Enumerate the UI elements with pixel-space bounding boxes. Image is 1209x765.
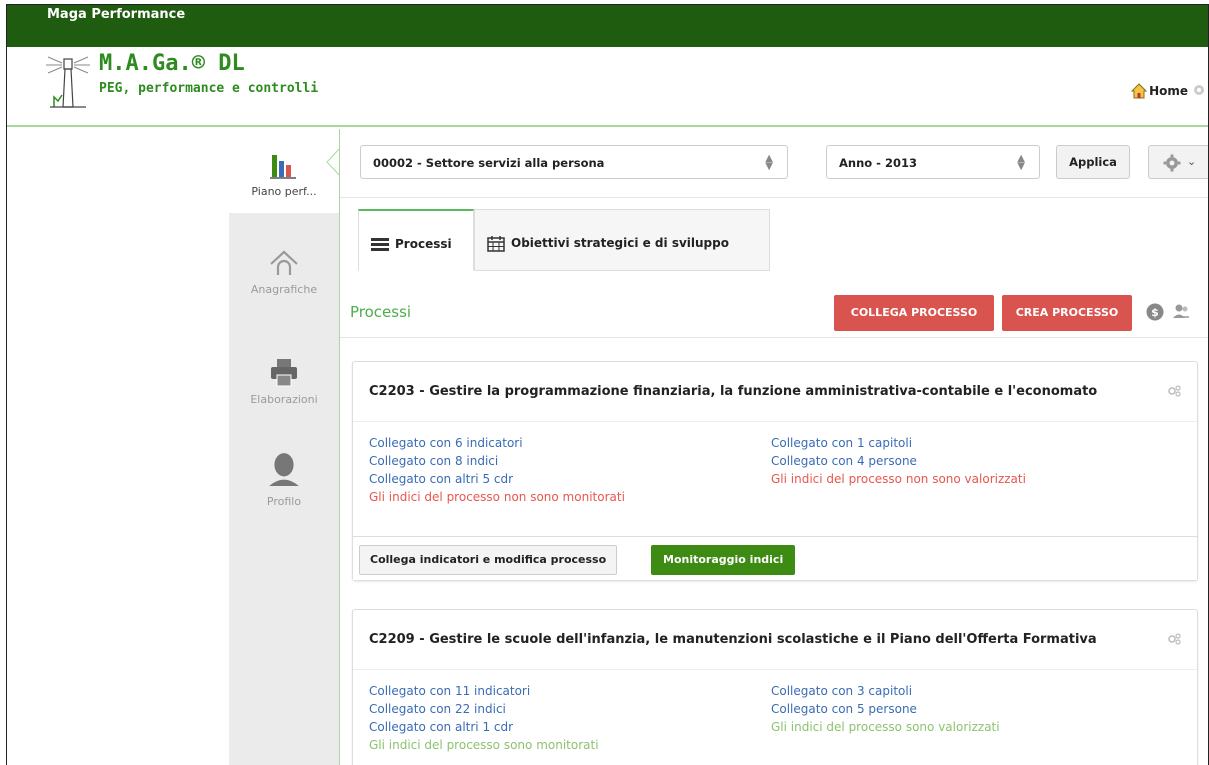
settings-small-icon[interactable] — [1192, 83, 1206, 97]
card-body: Collegato con 6 indicatori Collegato con… — [353, 422, 1197, 536]
links-left-column: Collegato con 11 indicatori Collegato co… — [369, 682, 599, 754]
list-icon — [371, 238, 389, 251]
sidenav-label: Anagrafiche — [250, 283, 318, 296]
sector-value: 00002 - Settore servizi alla persona — [373, 156, 605, 170]
link-cdr[interactable]: Collegato con altri 1 cdr — [369, 718, 599, 736]
link-indici[interactable]: Collegato con 8 indici — [369, 452, 625, 470]
card-header: C2203 - Gestire la programmazione finanz… — [353, 362, 1197, 422]
settings-small-icon[interactable] — [1167, 632, 1181, 646]
link-persone[interactable]: Collegato con 5 persone — [771, 700, 1000, 718]
process-title: C2209 - Gestire le scuole dell'infanzia,… — [369, 632, 1097, 647]
link-persone[interactable]: Collegato con 4 persone — [771, 452, 1026, 470]
house-icon — [1131, 83, 1148, 99]
link-indicatori[interactable]: Collegato con 11 indicatori — [369, 682, 599, 700]
filter-bar: 00002 - Settore servizi alla persona ▲ ▼ … — [360, 145, 1208, 185]
apply-button[interactable]: Applica — [1056, 145, 1130, 179]
edit-process-button[interactable]: Collega indicatori e modifica processo — [359, 545, 618, 575]
card-body: Collegato con 11 indicatori Collegato co… — [353, 670, 1197, 765]
sidenav-item-anagrafiche[interactable]: Anagrafiche — [229, 247, 339, 296]
links-right-column: Collegato con 1 capitoli Collegato con 4… — [771, 434, 1026, 488]
link-cdr[interactable]: Collegato con altri 5 cdr — [369, 470, 625, 488]
dollar-circle-icon[interactable]: $ — [1146, 303, 1164, 321]
sidenav-label: Elaborazioni — [250, 393, 318, 406]
user-icon — [269, 453, 299, 486]
logo-title: M.A.Ga.® DL — [99, 51, 245, 76]
card-header: C2209 - Gestire le scuole dell'infanzia,… — [353, 610, 1197, 670]
year-value: Anno - 2013 — [839, 156, 917, 170]
tab-processi[interactable]: Processi — [358, 209, 474, 271]
sidenav-item-piano[interactable]: Piano perf... — [229, 129, 339, 213]
process-card: C2203 - Gestire la programmazione finanz… — [352, 361, 1198, 581]
sidenav-label: Piano perf... — [251, 185, 317, 198]
gear-icon — [1163, 154, 1181, 172]
bar-chart-icon — [270, 155, 296, 179]
settings-small-icon[interactable] — [1167, 384, 1181, 398]
process-code: C2203 — [369, 384, 415, 399]
card-footer: Collega indicatori e modifica processo M… — [353, 536, 1197, 580]
home-outline-icon — [270, 250, 298, 275]
link-indicatori[interactable]: Collegato con 6 indicatori — [369, 434, 625, 452]
section-title: Processi — [350, 303, 412, 321]
sidenav-label: Profilo — [266, 495, 302, 508]
sidenav-item-profilo[interactable]: Profilo — [229, 447, 339, 508]
crea-processo-button[interactable]: CREA PROCESSO — [1002, 295, 1132, 331]
app-title: Maga Performance — [47, 7, 186, 22]
logo-subtitle: PEG, performance e controlli — [99, 81, 319, 96]
settings-dropdown-button[interactable]: ⌄ — [1148, 145, 1208, 179]
header: M.A.Ga.® DL PEG, performance e controlli… — [7, 47, 1208, 127]
monitor-status: Gli indici del processo sono monitorati — [369, 738, 599, 752]
calendar-icon — [487, 236, 505, 252]
tab-label: Obiettivi strategici e di sviluppo — [511, 236, 729, 250]
link-capitoli[interactable]: Collegato con 1 capitoli — [771, 434, 1026, 452]
value-status: Gli indici del processo sono valorizzati — [771, 720, 1000, 734]
side-nav: Piano perf... Anagrafiche Elaborazioni P… — [229, 129, 339, 765]
app-frame: Maga Performance M.A.Ga.® DL PEG, perfor… — [6, 4, 1209, 765]
monitor-status: Gli indici del processo non sono monitor… — [369, 490, 625, 504]
value-status: Gli indici del processo non sono valoriz… — [771, 472, 1026, 486]
chevron-down-icon: ⌄ — [1187, 155, 1197, 168]
divider — [340, 337, 1208, 338]
link-capitoli[interactable]: Collegato con 3 capitoli — [771, 682, 1000, 700]
left-gutter — [7, 129, 229, 765]
top-bar: Maga Performance — [7, 5, 1208, 47]
title-separator: - — [419, 384, 430, 399]
main-content: 00002 - Settore servizi alla persona ▲ ▼ … — [339, 129, 1208, 765]
collega-processo-button[interactable]: COLLEGA PROCESSO — [834, 295, 994, 331]
process-title: C2203 - Gestire la programmazione finanz… — [369, 384, 1097, 399]
printer-icon — [271, 359, 297, 387]
title-separator: - — [419, 632, 430, 647]
tab-label: Processi — [395, 237, 452, 251]
svg-text:$: $ — [1151, 306, 1159, 319]
monitor-indices-button[interactable]: Monitoraggio indici — [651, 545, 796, 575]
divider — [340, 197, 1208, 198]
users-icon[interactable] — [1172, 303, 1190, 321]
process-card: C2209 - Gestire le scuole dell'infanzia,… — [352, 609, 1198, 765]
tab-obiettivi[interactable]: Obiettivi strategici e di sviluppo — [474, 209, 770, 271]
process-code: C2209 — [369, 632, 415, 647]
select-caret-icon: ▲ ▼ — [765, 153, 773, 172]
tab-bar: Processi Obiettivi strategici e di svilu… — [354, 209, 1208, 271]
process-name: Gestire le scuole dell'infanzia, le manu… — [429, 632, 1097, 647]
sector-select[interactable]: 00002 - Settore servizi alla persona ▲ ▼ — [360, 145, 788, 179]
sidenav-item-elaborazioni[interactable]: Elaborazioni — [229, 357, 339, 406]
links-right-column: Collegato con 3 capitoli Collegato con 5… — [771, 682, 1000, 736]
year-select[interactable]: Anno - 2013 ▲ ▼ — [826, 145, 1040, 179]
link-indici[interactable]: Collegato con 22 indici — [369, 700, 599, 718]
links-left-column: Collegato con 6 indicatori Collegato con… — [369, 434, 625, 506]
home-link[interactable]: Home — [1131, 83, 1188, 99]
select-caret-icon: ▲ ▼ — [1017, 153, 1025, 172]
process-name: Gestire la programmazione finanziaria, l… — [429, 384, 1098, 399]
lighthouse-logo-icon — [46, 56, 90, 108]
home-label: Home — [1149, 84, 1188, 98]
